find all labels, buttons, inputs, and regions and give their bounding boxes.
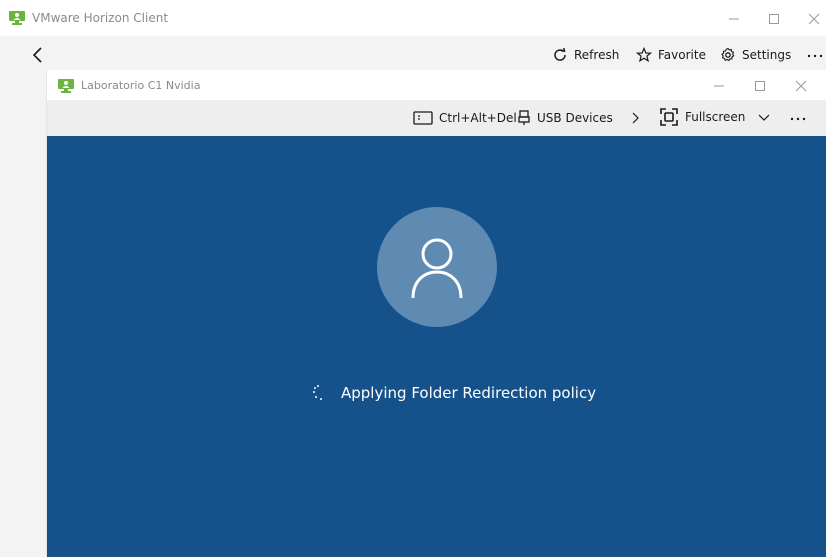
refresh-button[interactable]: Refresh bbox=[552, 45, 619, 65]
back-arrow-icon bbox=[32, 47, 42, 63]
maximize-icon[interactable] bbox=[762, 8, 786, 30]
more-icon bbox=[790, 117, 806, 121]
usb-devices-button[interactable]: USB Devices bbox=[517, 108, 613, 128]
maximize-icon[interactable] bbox=[748, 75, 772, 97]
back-button[interactable] bbox=[28, 44, 50, 66]
minimize-icon[interactable] bbox=[707, 75, 731, 97]
loading-status: Applying Folder Redirection policy bbox=[311, 384, 596, 402]
horizon-app-icon bbox=[57, 78, 75, 94]
keyboard-icon bbox=[413, 111, 433, 125]
chevron-down-icon[interactable] bbox=[757, 108, 771, 128]
chevron-right-icon[interactable] bbox=[631, 108, 641, 128]
status-text: Applying Folder Redirection policy bbox=[341, 384, 597, 402]
remote-desktop-screen[interactable]: Applying Folder Redirection policy bbox=[47, 136, 826, 557]
fullscreen-icon bbox=[660, 108, 678, 126]
refresh-label: Refresh bbox=[574, 48, 620, 62]
close-icon[interactable] bbox=[802, 8, 826, 30]
gear-icon bbox=[721, 47, 735, 62]
favorite-button[interactable]: Favorite bbox=[636, 45, 706, 65]
user-avatar bbox=[377, 207, 497, 327]
close-icon[interactable] bbox=[789, 75, 813, 97]
outer-window-title: VMware Horizon Client bbox=[32, 11, 169, 25]
inner-title-bar: Laboratorio C1 Nvidia bbox=[47, 70, 826, 100]
ctrl-alt-del-label: Ctrl+Alt+Del bbox=[439, 111, 517, 125]
favorite-label: Favorite bbox=[658, 48, 706, 62]
inner-more-button[interactable] bbox=[789, 108, 807, 128]
user-icon bbox=[411, 238, 463, 299]
inner-toolbar: Ctrl+Alt+Del USB Devices Fullscreen bbox=[47, 100, 826, 136]
usb-devices-label: USB Devices bbox=[537, 111, 613, 125]
ctrl-alt-del-button[interactable]: Ctrl+Alt+Del bbox=[413, 108, 517, 128]
spinner-icon bbox=[311, 385, 327, 401]
horizon-app-icon bbox=[8, 10, 26, 26]
inner-window-title: Laboratorio C1 Nvidia bbox=[81, 79, 201, 92]
fullscreen-button[interactable]: Fullscreen bbox=[659, 107, 745, 127]
fullscreen-label: Fullscreen bbox=[685, 110, 746, 124]
outer-more-button[interactable] bbox=[806, 45, 824, 65]
star-icon bbox=[636, 47, 652, 63]
refresh-icon bbox=[554, 47, 566, 61]
settings-label: Settings bbox=[742, 48, 792, 62]
outer-title-bar: VMware Horizon Client bbox=[0, 0, 826, 36]
usb-icon bbox=[518, 110, 530, 125]
outer-toolbar: Refresh Favorite Settings bbox=[0, 36, 826, 72]
outer-sidebar bbox=[0, 72, 46, 557]
minimize-icon[interactable] bbox=[722, 8, 746, 30]
settings-button[interactable]: Settings bbox=[720, 45, 791, 65]
remote-desktop-window: Laboratorio C1 Nvidia Ctrl+Alt+Del USB D… bbox=[46, 70, 826, 557]
more-icon bbox=[807, 54, 823, 58]
